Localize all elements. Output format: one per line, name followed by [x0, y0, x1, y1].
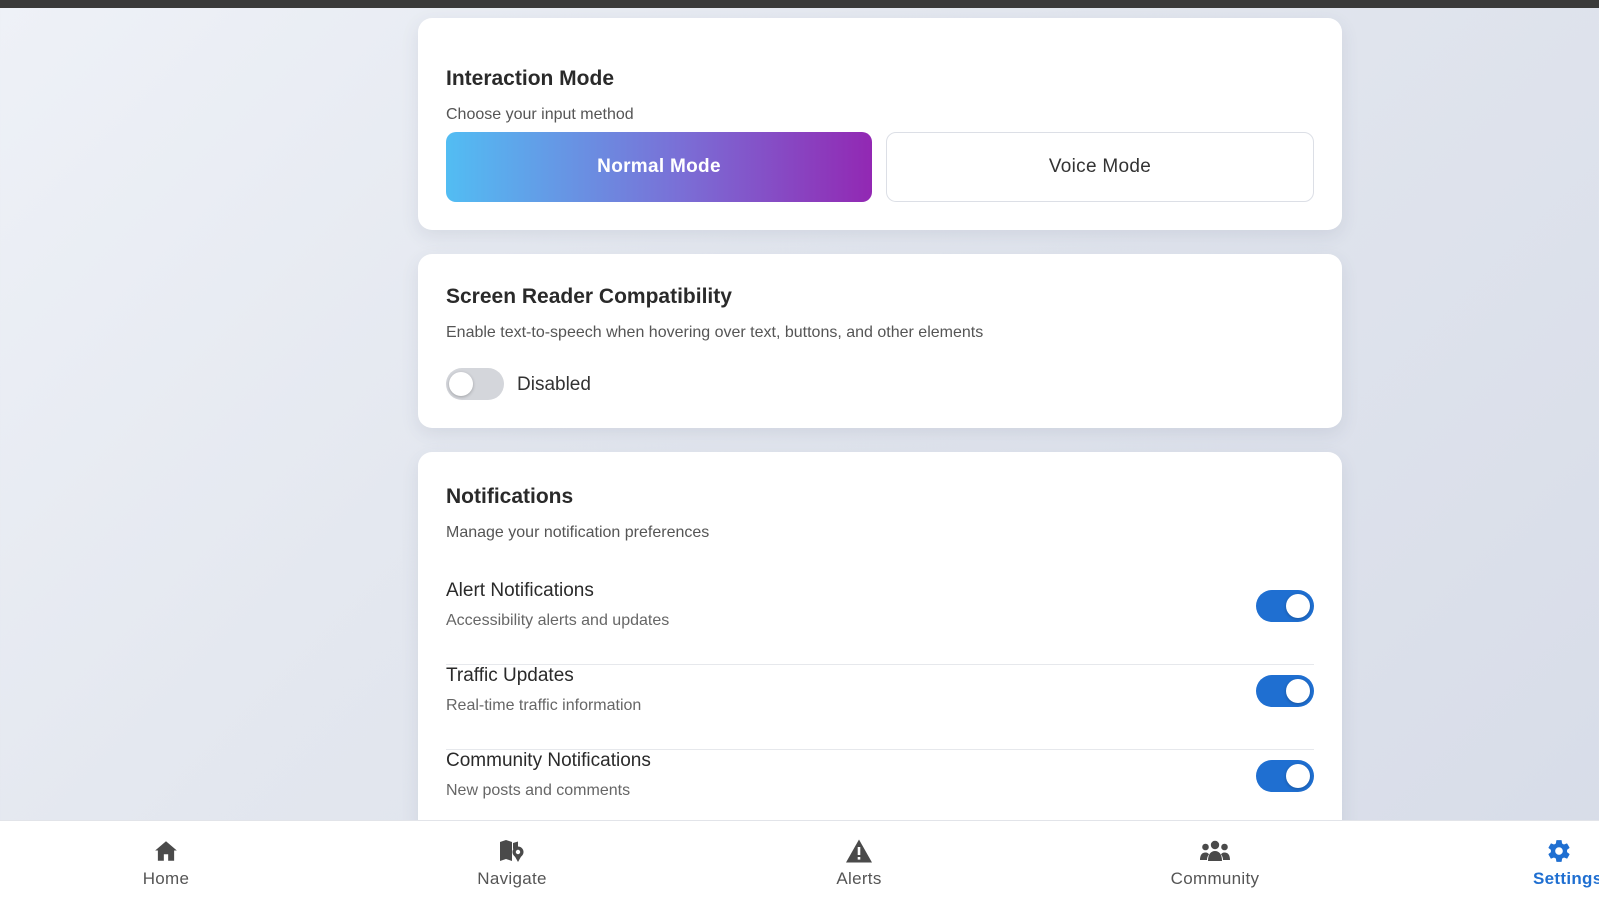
screen-reader-subtitle: Enable text-to-speech when hovering over…	[446, 324, 984, 341]
screen-reader-toggle[interactable]	[446, 368, 504, 400]
notifications-title: Notifications	[446, 485, 574, 508]
window-top-bar	[0, 0, 1599, 8]
people-icon	[1199, 837, 1231, 865]
notification-name: Traffic Updates	[446, 665, 574, 686]
nav-label: Alerts	[836, 869, 882, 888]
nav-item-navigate[interactable]: Navigate	[432, 821, 592, 906]
gear-icon	[1546, 837, 1572, 865]
notification-name: Alert Notifications	[446, 580, 594, 601]
nav-label: Navigate	[477, 869, 547, 888]
screen-reader-card: Screen Reader Compatibility Enable text-…	[418, 254, 1342, 428]
toggle-knob	[1286, 764, 1310, 788]
toggle-knob	[1286, 594, 1310, 618]
traffic-updates-toggle[interactable]	[1256, 675, 1314, 707]
nav-label: Home	[142, 869, 190, 888]
nav-label: Community	[1170, 869, 1260, 888]
notification-row-traffic: Traffic Updates Real-time traffic inform…	[446, 665, 1314, 750]
nav-item-settings[interactable]: Settings	[1500, 821, 1599, 906]
notification-row-alerts: Alert Notifications Accessibility alerts…	[446, 580, 1314, 665]
toggle-knob	[449, 372, 473, 396]
interaction-mode-subtitle: Choose your input method	[446, 106, 634, 123]
screen-reader-title: Screen Reader Compatibility	[446, 285, 732, 308]
notification-name: Community Notifications	[446, 750, 651, 771]
notifications-card: Notifications Manage your notification p…	[418, 452, 1342, 872]
alert-notifications-toggle[interactable]	[1256, 590, 1314, 622]
nav-label: Settings	[1533, 869, 1599, 888]
voice-mode-button[interactable]: Voice Mode	[886, 132, 1314, 202]
map-pin-icon	[498, 837, 526, 865]
toggle-knob	[1286, 679, 1310, 703]
interaction-mode-card: Interaction Mode Choose your input metho…	[418, 18, 1342, 230]
screen-reader-state-label: Disabled	[517, 374, 591, 395]
warning-icon	[845, 837, 873, 865]
notifications-subtitle: Manage your notification preferences	[446, 524, 710, 541]
notification-description: New posts and comments	[446, 782, 631, 799]
notification-description: Accessibility alerts and updates	[446, 612, 670, 629]
interaction-mode-title: Interaction Mode	[446, 67, 615, 90]
nav-item-alerts[interactable]: Alerts	[779, 821, 939, 906]
bottom-navigation: Home Navigate Alerts Community Settings	[0, 820, 1599, 906]
nav-item-community[interactable]: Community	[1135, 821, 1295, 906]
notification-description: Real-time traffic information	[446, 697, 642, 714]
normal-mode-button[interactable]: Normal Mode	[446, 132, 872, 202]
nav-item-home[interactable]: Home	[86, 821, 246, 906]
community-notifications-toggle[interactable]	[1256, 760, 1314, 792]
home-icon	[153, 837, 179, 865]
